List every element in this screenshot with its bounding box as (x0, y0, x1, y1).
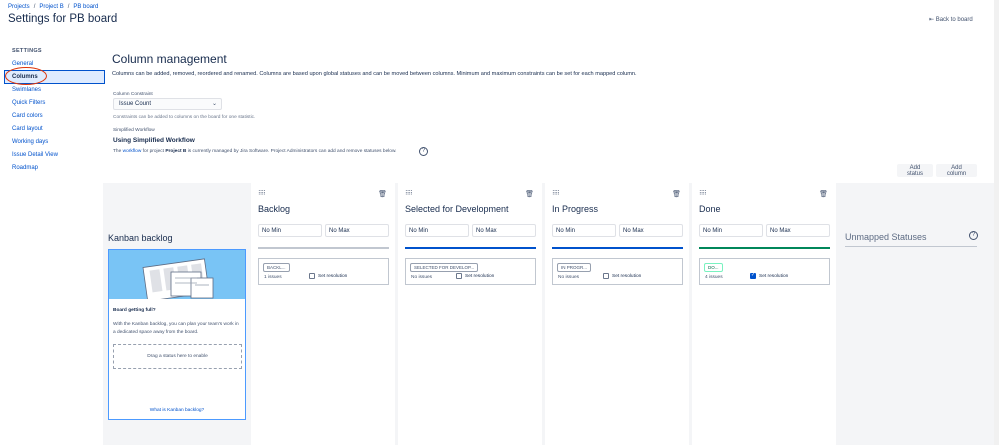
column-selected-for-development[interactable]: ⠿⠿ 🗑 Selected for Development No Min No … (398, 183, 542, 445)
add-column-button[interactable]: Add column (936, 164, 977, 177)
kanban-backlog-panel: Board getting full? With the Kanban back… (108, 249, 246, 420)
column-min-input[interactable]: No Min (552, 224, 616, 237)
workflow-title: Using Simplified Workflow (113, 137, 195, 144)
breadcrumb-board[interactable]: PB board (73, 4, 98, 10)
kanban-backlog-text: With the Kanban backlog, you can plan yo… (113, 322, 239, 335)
column-max-input[interactable]: No Max (766, 224, 830, 237)
help-circle-icon[interactable]: ? (969, 231, 978, 240)
back-to-board-label: Back to board (935, 17, 973, 23)
kanban-backlog-drop-zone[interactable]: Drag a status here to enable (113, 344, 242, 369)
set-resolution-label: Set resolution (759, 274, 789, 279)
kanban-backlog-title: Kanban backlog (108, 233, 173, 243)
column-status-bar (552, 247, 683, 249)
column-name[interactable]: Selected for Development (405, 204, 509, 214)
sidebar-item-card-layout[interactable]: Card layout (12, 126, 43, 132)
unmapped-statuses-title: Unmapped Statuses (845, 232, 927, 242)
trash-icon[interactable]: 🗑 (819, 190, 828, 198)
grip-dots-icon[interactable]: ⠿⠿ (552, 190, 560, 197)
sidebar-item-card-colors[interactable]: Card colors (12, 113, 43, 119)
trash-icon[interactable]: 🗑 (378, 190, 387, 198)
column-status-bar (258, 247, 389, 249)
breadcrumb-project[interactable]: Project B (39, 4, 63, 10)
status-card[interactable]: BACKL... 1 issues Set resolution (258, 258, 389, 285)
back-to-board-link[interactable]: ⇤ Back to board (929, 16, 973, 23)
column-status-bar (405, 247, 536, 249)
column-in-progress[interactable]: ⠿⠿ 🗑 In Progress No Min No Max IN PROGR.… (545, 183, 689, 445)
unmapped-divider (845, 246, 977, 247)
sidebar-heading: SETTINGS (12, 48, 42, 54)
issue-count: No issues (411, 275, 433, 280)
kanban-backlog-illustration (109, 250, 245, 299)
column-name[interactable]: Backlog (258, 204, 290, 214)
set-resolution-label: Set resolution (465, 274, 495, 279)
column-backlog[interactable]: ⠿⠿ 🗑 Backlog No Min No Max BACKL... 1 is… (251, 183, 395, 445)
set-resolution-checkbox[interactable] (750, 272, 756, 279)
status-card[interactable]: IN PROGR... No issues Set resolution (552, 258, 683, 285)
workflow-link[interactable]: workflow (123, 149, 142, 154)
breadcrumb: Projects / Project B / PB board (8, 4, 99, 10)
sidebar-item-swimlanes[interactable]: Swimlanes (12, 87, 41, 93)
status-lozenge: SELECTED FOR DEVELOP... (410, 263, 479, 272)
column-constraint-value: Issue Count (119, 101, 152, 107)
status-lozenge: DO... (704, 263, 723, 272)
arrow-back-icon: ⇤ (929, 17, 935, 23)
column-constraint-label: Column Constraint (113, 92, 153, 97)
column-name[interactable]: Done (699, 204, 721, 214)
workflow-desc-text: The (113, 149, 122, 154)
grip-dots-icon[interactable]: ⠿⠿ (258, 190, 266, 197)
sidebar-item-issue-detail-view[interactable]: Issue Detail View (12, 152, 58, 158)
column-constraint-help: Constraints can be added to columns on t… (113, 115, 256, 120)
column-min-input[interactable]: No Min (699, 224, 763, 237)
add-status-button[interactable]: Add status (897, 164, 933, 177)
grip-dots-icon[interactable]: ⠿⠿ (699, 190, 707, 197)
workflow-label: Simplified Workflow (113, 128, 155, 133)
set-resolution-checkbox[interactable] (603, 273, 609, 279)
column-max-input[interactable]: No Max (619, 224, 683, 237)
main-title: Column management (112, 52, 227, 66)
trash-icon[interactable]: 🗑 (672, 190, 681, 198)
column-max-input[interactable]: No Max (325, 224, 389, 237)
breadcrumb-projects[interactable]: Projects (8, 4, 30, 10)
set-resolution-checkbox[interactable] (456, 273, 462, 279)
annotation-circle (5, 67, 47, 85)
set-resolution-checkbox[interactable] (309, 273, 315, 279)
workflow-description: The workflow for project Project B is cu… (113, 149, 397, 154)
sidebar-item-roadmap[interactable]: Roadmap (12, 165, 38, 171)
issue-count: 4 issues (705, 275, 723, 280)
page-scrollbar[interactable] (994, 0, 999, 445)
main-description: Columns can be added, removed, reordered… (112, 71, 637, 77)
issue-count: No issues (558, 275, 580, 280)
workflow-desc-text: for project (142, 149, 164, 154)
column-done[interactable]: ⠿⠿ 🗑 Done No Min No Max DO... 4 issues S… (692, 183, 836, 445)
kanban-backlog-heading: Board getting full? (113, 308, 156, 313)
kanban-backlog-link[interactable]: What is Kanban backlog? (109, 408, 245, 413)
page-title: Settings for PB board (8, 13, 118, 25)
column-max-input[interactable]: No Max (472, 224, 536, 237)
column-min-input[interactable]: No Min (258, 224, 322, 237)
status-card[interactable]: DO... 4 issues Set resolution (699, 258, 830, 285)
issue-count: 1 issues (264, 275, 282, 280)
help-circle-icon[interactable]: ? (419, 147, 428, 156)
status-lozenge: IN PROGR... (557, 263, 592, 272)
workflow-project-name: Project B (165, 149, 187, 154)
chevron-down-icon: ⌄ (211, 101, 217, 107)
status-card[interactable]: SELECTED FOR DEVELOP... No issues Set re… (405, 258, 536, 285)
column-name[interactable]: In Progress (552, 204, 598, 214)
trash-icon[interactable]: 🗑 (525, 190, 534, 198)
sidebar-item-quick-filters[interactable]: Quick Filters (12, 100, 45, 106)
workflow-desc-text: is currently managed by Jira Software. P… (187, 149, 397, 154)
column-min-input[interactable]: No Min (405, 224, 469, 237)
sidebar-item-working-days[interactable]: Working days (12, 139, 48, 145)
set-resolution-label: Set resolution (612, 274, 642, 279)
grip-dots-icon[interactable]: ⠿⠿ (405, 190, 413, 197)
column-status-bar (699, 247, 830, 249)
set-resolution-label: Set resolution (318, 274, 348, 279)
status-lozenge: BACKL... (263, 263, 290, 272)
column-constraint-select[interactable]: Issue Count ⌄ (113, 98, 222, 110)
